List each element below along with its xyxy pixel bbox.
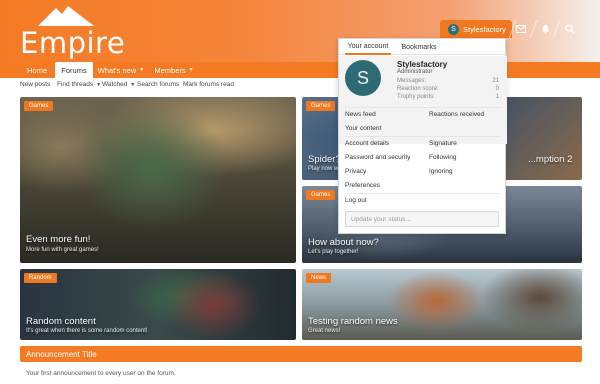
subnav-search-forums[interactable]: Search forums xyxy=(137,81,179,88)
search-icon[interactable] xyxy=(563,22,577,36)
card-tag[interactable]: Random xyxy=(24,273,57,283)
status-input[interactable]: Update your status... xyxy=(345,211,499,227)
card-subtitle: It's great when there is some random con… xyxy=(26,328,148,334)
main-nav: Home Forums What's new ▼ Members ▼ xyxy=(0,62,600,78)
mountain-logo-icon xyxy=(38,6,94,26)
divider xyxy=(345,107,501,108)
card-tag[interactable]: News xyxy=(306,273,332,283)
card-title[interactable]: Even more fun! xyxy=(26,234,90,245)
avatar: S xyxy=(448,23,459,35)
link-preferences[interactable]: Preferences xyxy=(345,182,380,189)
stat-label: Messages: xyxy=(397,78,427,84)
nav-label: What's new xyxy=(97,65,137,75)
link-your-content[interactable]: Your content xyxy=(345,125,381,132)
link-account-details[interactable]: Account details xyxy=(345,140,389,147)
link-ignoring[interactable]: Ignoring xyxy=(429,168,453,175)
stat-value: 0 xyxy=(495,86,499,92)
card-title[interactable]: ...mption 2 xyxy=(528,154,572,165)
username-label: Stylesfactory xyxy=(463,24,506,34)
nav-item-members[interactable]: Members ▼ xyxy=(150,62,198,78)
chevron-down-icon: ▼ xyxy=(139,67,145,73)
link-signature[interactable]: Signature xyxy=(429,140,457,147)
nav-label: Home xyxy=(26,65,47,75)
stat-label: Trophy points: xyxy=(397,94,435,100)
featured-card[interactable]: Games Even more fun! More fun with great… xyxy=(20,97,296,263)
nav-label: Members xyxy=(154,65,186,75)
chevron-down-icon: ▼ xyxy=(96,82,102,88)
header-divider xyxy=(552,20,561,38)
divider xyxy=(345,136,501,137)
tab-your-account[interactable]: Your account xyxy=(345,39,391,55)
card-tag[interactable]: Games xyxy=(306,101,336,111)
tab-bookmarks[interactable]: Bookmarks xyxy=(399,39,439,55)
account-menu: Your account Bookmarks S Stylesfactory A… xyxy=(338,38,507,234)
account-menu-trigger[interactable]: S Stylesfactory xyxy=(440,20,512,38)
card-title[interactable]: Testing random news xyxy=(308,316,398,327)
site-logo[interactable]: Empire xyxy=(20,4,125,60)
nav-label: Forums xyxy=(61,65,87,75)
divider xyxy=(345,193,501,194)
link-news-feed[interactable]: News feed xyxy=(345,111,376,118)
announcement-text: Your first announcement to every user on… xyxy=(26,370,176,377)
stat-value: 21 xyxy=(492,78,499,84)
bell-icon[interactable] xyxy=(538,22,552,36)
link-following[interactable]: Following xyxy=(429,154,456,161)
card-title[interactable]: Random content xyxy=(26,316,96,327)
profile-role: Administrator xyxy=(397,69,433,75)
card-tag[interactable]: Games xyxy=(24,101,54,111)
envelope-icon[interactable] xyxy=(514,22,528,36)
header-divider xyxy=(529,20,538,38)
announcement-title: Announcement Title xyxy=(20,346,582,362)
subnav-mark-read[interactable]: Mark forums read xyxy=(183,81,234,88)
sub-nav: New posts Find threads ▼ Watched ▼ Search … xyxy=(0,78,600,93)
link-log-out[interactable]: Log out xyxy=(345,197,367,204)
card-subtitle: Let's play together! xyxy=(308,249,359,255)
logo-text: Empire xyxy=(20,26,126,60)
card-title[interactable]: Spider? xyxy=(308,154,341,165)
card-image xyxy=(302,269,582,340)
card-subtitle: More fun with great games! xyxy=(26,247,99,253)
subnav-new-posts[interactable]: New posts xyxy=(20,81,50,88)
link-reactions-received[interactable]: Reactions received xyxy=(429,111,484,118)
nav-item-whats-new[interactable]: What's new ▼ xyxy=(94,62,148,78)
subnav-label: Watched xyxy=(102,81,128,88)
stat-reaction-score: Reaction score: 0 xyxy=(397,86,499,92)
stat-value: 1 xyxy=(495,94,499,100)
account-menu-tabs: Your account Bookmarks xyxy=(339,39,507,55)
stat-label: Reaction score: xyxy=(397,86,439,92)
nav-item-forums[interactable]: Forums xyxy=(55,62,93,78)
chevron-down-icon: ▼ xyxy=(130,82,136,88)
stat-messages: Messages: 21 xyxy=(397,78,499,84)
featured-card[interactable]: Random Random content It's great when th… xyxy=(20,269,296,340)
card-tag[interactable]: Games xyxy=(306,190,336,200)
link-password-security[interactable]: Password and security xyxy=(345,154,410,161)
link-privacy[interactable]: Privacy xyxy=(345,168,366,175)
subnav-label: Find threads xyxy=(57,81,94,88)
card-title[interactable]: How about now? xyxy=(308,237,379,248)
nav-item-home[interactable]: Home xyxy=(20,62,54,78)
profile-name[interactable]: Stylesfactory xyxy=(397,60,447,69)
featured-card[interactable]: News Testing random news Great news! xyxy=(302,269,582,340)
chevron-down-icon: ▼ xyxy=(188,67,194,73)
site-header: Empire S Stylesfactory xyxy=(0,0,600,62)
subnav-find-threads[interactable]: Find threads ▼ xyxy=(57,81,101,88)
stat-trophy-points: Trophy points: 1 xyxy=(397,94,499,100)
subnav-watched[interactable]: Watched ▼ xyxy=(102,81,135,88)
avatar[interactable]: S xyxy=(345,60,381,96)
card-subtitle: Great news! xyxy=(308,328,341,334)
